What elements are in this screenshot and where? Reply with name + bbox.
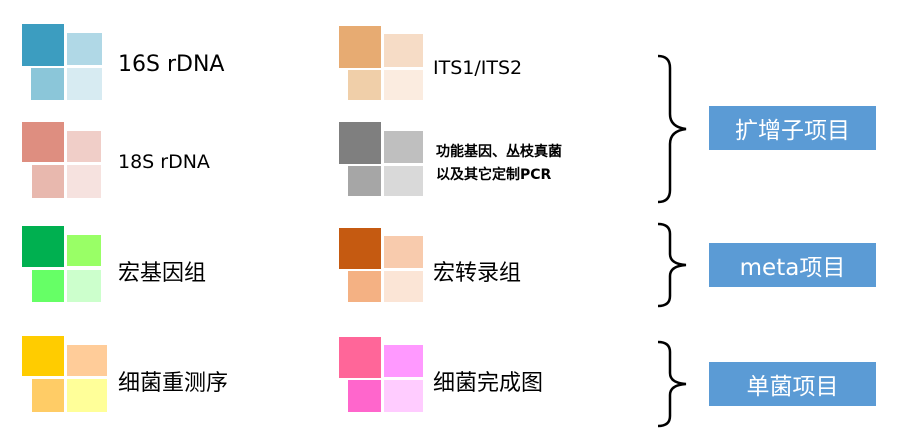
tile-square: [22, 336, 64, 376]
item-label-bacterial-complete-genome: 细菌完成图: [433, 371, 544, 396]
tile-square: [22, 24, 64, 66]
tile-square: [384, 380, 423, 412]
tile-square: [384, 236, 423, 268]
tile-square: [67, 131, 101, 162]
tile-square: [384, 166, 423, 196]
icon-metagenome: [22, 226, 102, 302]
group-tag-single-strain: 单菌项目: [709, 362, 876, 406]
item-label-functional-gene-line1: 功能基因、丛枝真菌: [436, 144, 562, 160]
tile-square: [384, 34, 423, 67]
tile-square: [348, 271, 381, 302]
icon-metatranscriptome: [339, 228, 423, 302]
tile-square: [22, 226, 64, 267]
tile-square: [22, 122, 64, 162]
tile-square: [348, 380, 381, 412]
tile-square: [67, 68, 102, 100]
tile-square: [339, 122, 381, 164]
item-label-metagenome: 宏基因组: [118, 261, 207, 286]
tile-square: [384, 271, 423, 302]
tile-square: [67, 33, 102, 65]
icon-functional-gene: [339, 122, 423, 196]
tile-square: [67, 379, 107, 412]
icon-16s-rdna: [22, 24, 102, 100]
tile-square: [67, 270, 101, 302]
tile-square: [31, 68, 64, 100]
single-strain-brace: [657, 340, 687, 428]
item-label-metatranscriptome: 宏转录组: [433, 261, 522, 286]
tile-square: [67, 235, 101, 266]
amplicon-brace: [657, 54, 687, 204]
icon-bacterial-complete-genome: [339, 337, 423, 412]
group-tag-amplicon: 扩增子项目: [709, 106, 876, 150]
tile-square: [348, 166, 381, 196]
tile-square: [339, 337, 381, 378]
tile-square: [339, 26, 381, 68]
tile-square: [348, 70, 381, 100]
item-label-16s-rdna: 16S rDNA: [118, 52, 225, 77]
tile-square: [32, 379, 64, 412]
icon-18s-rdna: [22, 122, 102, 198]
tile-square: [384, 345, 423, 377]
icon-its: [339, 26, 423, 100]
group-tag-meta: meta项目: [709, 243, 876, 287]
tile-square: [67, 345, 107, 376]
meta-brace: [657, 222, 687, 308]
tile-square: [67, 165, 101, 198]
item-label-its: ITS1/ITS2: [433, 57, 523, 79]
icon-bacterial-resequencing: [22, 336, 107, 412]
item-label-18s-rdna: 18S rDNA: [118, 151, 210, 173]
item-label-functional-gene-line2: 以及其它定制PCR: [436, 167, 552, 183]
tile-square: [32, 270, 64, 302]
item-label-bacterial-resequencing: 细菌重测序: [118, 371, 229, 396]
tile-square: [384, 131, 423, 163]
tile-square: [32, 165, 64, 198]
tile-square: [339, 228, 381, 269]
tile-square: [384, 70, 423, 100]
